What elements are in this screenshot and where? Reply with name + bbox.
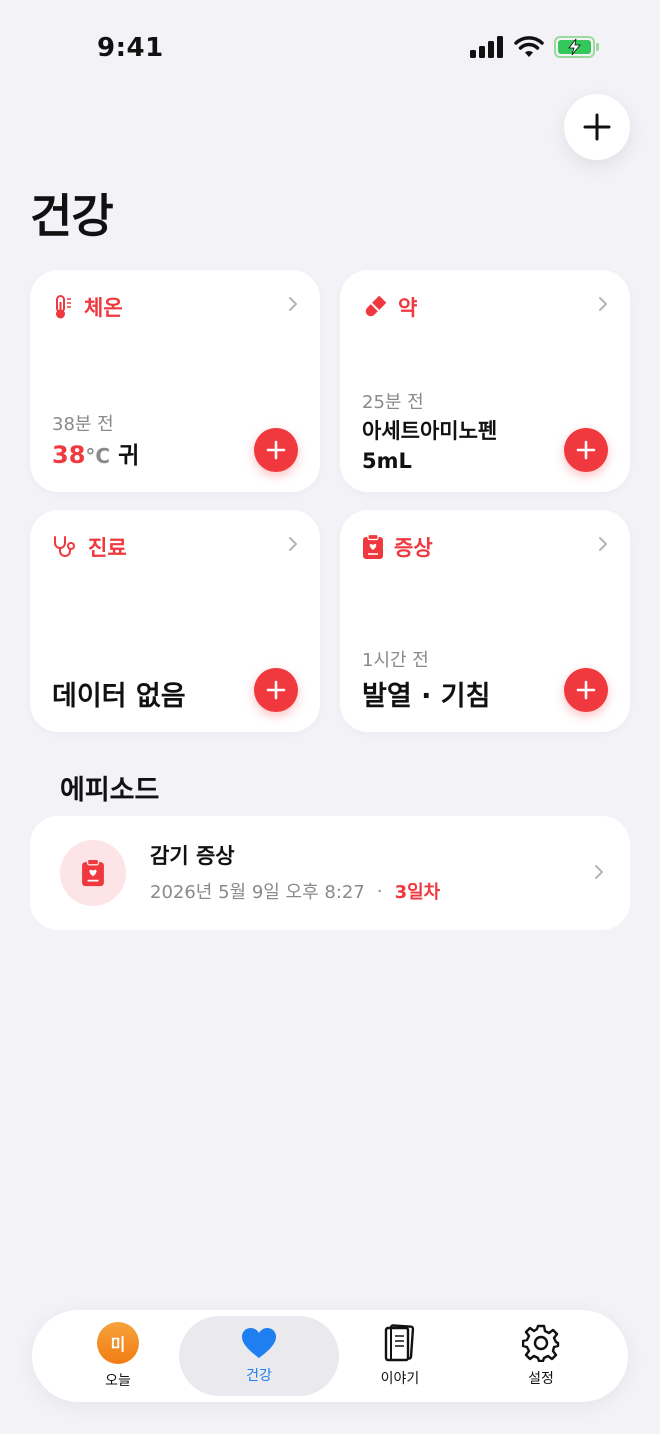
status-bar: 9:41 [0, 0, 660, 100]
symptom-card[interactable]: 증상 1시간 전 발열 · 기침 [340, 510, 630, 732]
card-title: 진료 [88, 536, 127, 560]
episodes-section-title: 에피소드 [60, 775, 160, 806]
medicine-dose: 5mL [362, 449, 412, 473]
cellular-signal-icon [470, 36, 503, 58]
symptom-value: 발열 · 기침 [362, 681, 491, 712]
medicine-name: 아세트아미노펜 [362, 419, 498, 443]
card-header: 진료 [52, 532, 127, 562]
medicine-value: 아세트아미노펜 5mL [362, 416, 497, 476]
card-time: 1시간 전 [362, 650, 429, 671]
card-title: 약 [398, 296, 418, 320]
chevron-right-icon [289, 537, 298, 551]
heart-icon [242, 1328, 276, 1358]
temperature-site: 귀 [118, 443, 140, 469]
clipboard-icon [82, 858, 104, 887]
book-icon [384, 1324, 415, 1362]
thermometer-icon [56, 295, 71, 319]
temperature-value: 38°C 귀 [52, 440, 139, 471]
tab-today[interactable]: 미 오늘 [38, 1316, 198, 1396]
wifi-icon [514, 36, 544, 57]
plus-icon [266, 680, 286, 700]
episode-icon [60, 840, 126, 906]
status-icons [470, 36, 600, 58]
tab-label: 오늘 [105, 1373, 131, 1389]
plus-icon [576, 680, 596, 700]
chevron-right-icon [599, 297, 608, 311]
plus-icon [576, 440, 596, 460]
tab-label: 건강 [246, 1368, 272, 1384]
episode-list-item[interactable]: 감기 증상 2026년 5월 9일 오후 8:27 · 3일차 [30, 816, 630, 930]
tab-story[interactable]: 이야기 [320, 1316, 480, 1396]
card-time: 38분 전 [52, 414, 114, 435]
card-header: 체온 [52, 292, 123, 322]
chevron-right-icon [289, 297, 298, 311]
tab-bar: 미 오늘 건강 이야기 설정 [32, 1310, 628, 1402]
card-title: 체온 [84, 296, 123, 320]
add-temperature-button[interactable] [254, 428, 298, 472]
episode-separator: · [376, 880, 383, 902]
temperature-card[interactable]: 체온 38분 전 38°C 귀 [30, 270, 320, 492]
add-button[interactable] [564, 94, 630, 160]
tab-settings[interactable]: 설정 [461, 1316, 621, 1396]
episode-subtitle: 2026년 5월 9일 오후 8:27 · 3일차 [150, 878, 440, 904]
plus-icon [583, 113, 611, 141]
card-header: 약 [362, 292, 417, 322]
tab-label: 이야기 [380, 1371, 420, 1387]
card-header: 증상 [362, 532, 433, 562]
plus-icon [266, 440, 286, 460]
temperature-unit: °C [85, 444, 111, 468]
episode-date: 2026년 5월 9일 오후 8:27 [150, 882, 365, 903]
stethoscope-icon [54, 536, 75, 557]
tab-label: 설정 [528, 1371, 554, 1387]
avatar: 미 [97, 1322, 139, 1364]
add-medicine-button[interactable] [564, 428, 608, 472]
chevron-right-icon [595, 865, 604, 879]
card-title: 증상 [394, 536, 433, 560]
episode-day-count: 3일차 [394, 882, 441, 903]
battery-charging-icon [554, 36, 599, 58]
medical-visit-value: 데이터 없음 [52, 681, 186, 712]
clipboard-icon [363, 534, 383, 559]
card-time: 25분 전 [362, 392, 424, 413]
gear-icon [522, 1324, 560, 1362]
add-medical-visit-button[interactable] [254, 668, 298, 712]
pill-icon [365, 295, 387, 317]
page-title: 건강 [30, 189, 114, 243]
add-symptom-button[interactable] [564, 668, 608, 712]
episode-title: 감기 증상 [150, 844, 235, 868]
status-time: 9:41 [97, 33, 164, 63]
medical-visit-card[interactable]: 진료 데이터 없음 [30, 510, 320, 732]
chevron-right-icon [599, 537, 608, 551]
temperature-number: 38 [52, 441, 86, 469]
tab-health[interactable]: 건강 [179, 1316, 339, 1396]
medicine-card[interactable]: 약 25분 전 아세트아미노펜 5mL [340, 270, 630, 492]
